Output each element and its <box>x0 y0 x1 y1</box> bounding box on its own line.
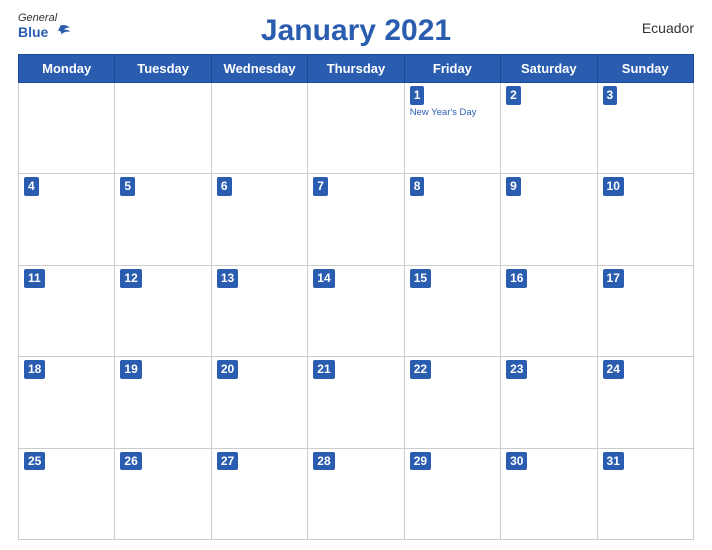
day-number: 18 <box>24 360 45 379</box>
calendar-cell: 28 <box>308 448 404 539</box>
holiday-label: New Year's Day <box>410 107 495 118</box>
weekday-header-tuesday: Tuesday <box>115 55 211 83</box>
logo-bird-icon <box>50 24 72 42</box>
week-row-3: 11 12 13 14 15 16 17 <box>19 265 694 356</box>
day-number: 6 <box>217 177 232 196</box>
calendar-cell: 9 <box>501 174 597 265</box>
calendar-cell: 10 <box>597 174 693 265</box>
calendar-cell: 4 <box>19 174 115 265</box>
calendar-cell: 8 <box>404 174 500 265</box>
day-number: 7 <box>313 177 328 196</box>
day-number: 28 <box>313 452 334 471</box>
calendar-cell: 3 <box>597 83 693 174</box>
calendar-cell: 21 <box>308 357 404 448</box>
day-number: 26 <box>120 452 141 471</box>
day-number: 4 <box>24 177 39 196</box>
calendar-cell: 22 <box>404 357 500 448</box>
day-number: 12 <box>120 269 141 288</box>
day-number: 16 <box>506 269 527 288</box>
day-number: 3 <box>603 86 618 105</box>
weekday-header-sunday: Sunday <box>597 55 693 83</box>
calendar-cell: 25 <box>19 448 115 539</box>
calendar-cell: 18 <box>19 357 115 448</box>
calendar-cell: 31 <box>597 448 693 539</box>
day-number: 31 <box>603 452 624 471</box>
calendar-title: January 2021 <box>261 14 451 48</box>
logo-general: General <box>18 12 72 24</box>
day-number: 25 <box>24 452 45 471</box>
day-number: 13 <box>217 269 238 288</box>
logo: General Blue <box>18 12 72 42</box>
day-number: 5 <box>120 177 135 196</box>
logo-blue: Blue <box>18 25 48 40</box>
calendar-cell: 11 <box>19 265 115 356</box>
calendar-cell: 14 <box>308 265 404 356</box>
weekday-header-monday: Monday <box>19 55 115 83</box>
day-number: 19 <box>120 360 141 379</box>
weekday-header-saturday: Saturday <box>501 55 597 83</box>
week-row-4: 18 19 20 21 22 23 24 <box>19 357 694 448</box>
week-row-2: 4 5 6 7 8 9 10 <box>19 174 694 265</box>
calendar-cell: 6 <box>211 174 307 265</box>
calendar-cell: 0 <box>211 83 307 174</box>
calendar-cell: 20 <box>211 357 307 448</box>
calendar-cell: 17 <box>597 265 693 356</box>
day-number: 21 <box>313 360 334 379</box>
calendar-cell: 15 <box>404 265 500 356</box>
calendar-cell: 12 <box>115 265 211 356</box>
day-number: 23 <box>506 360 527 379</box>
calendar-cell: 26 <box>115 448 211 539</box>
week-row-5: 25 26 27 28 29 30 31 <box>19 448 694 539</box>
weekday-header-wednesday: Wednesday <box>211 55 307 83</box>
calendar-cell: 19 <box>115 357 211 448</box>
calendar-cell: 30 <box>501 448 597 539</box>
calendar-cell: 0 <box>308 83 404 174</box>
calendar-cell: 29 <box>404 448 500 539</box>
calendar-cell: 0 <box>115 83 211 174</box>
calendar-cell: 5 <box>115 174 211 265</box>
calendar-cell: 7 <box>308 174 404 265</box>
day-number: 2 <box>506 86 521 105</box>
day-number: 15 <box>410 269 431 288</box>
calendar-cell: 0 <box>19 83 115 174</box>
day-number: 27 <box>217 452 238 471</box>
day-number: 17 <box>603 269 624 288</box>
day-number: 24 <box>603 360 624 379</box>
day-number: 9 <box>506 177 521 196</box>
day-number: 1 <box>410 86 425 105</box>
day-number: 29 <box>410 452 431 471</box>
calendar-table: MondayTuesdayWednesdayThursdayFridaySatu… <box>18 54 694 540</box>
calendar-cell: 16 <box>501 265 597 356</box>
weekday-header-friday: Friday <box>404 55 500 83</box>
calendar-cell: 1 New Year's Day <box>404 83 500 174</box>
day-number: 10 <box>603 177 624 196</box>
weekday-header-row: MondayTuesdayWednesdayThursdayFridaySatu… <box>19 55 694 83</box>
calendar-cell: 2 <box>501 83 597 174</box>
calendar-cell: 13 <box>211 265 307 356</box>
calendar-cell: 24 <box>597 357 693 448</box>
day-number: 22 <box>410 360 431 379</box>
calendar-cell: 27 <box>211 448 307 539</box>
calendar-cell: 23 <box>501 357 597 448</box>
calendar-header: General Blue January 2021 Ecuador <box>18 10 694 48</box>
day-number: 20 <box>217 360 238 379</box>
day-number: 11 <box>24 269 45 288</box>
day-number: 30 <box>506 452 527 471</box>
week-row-1: 00001New Year's Day23 <box>19 83 694 174</box>
country-label: Ecuador <box>642 20 694 36</box>
weekday-header-thursday: Thursday <box>308 55 404 83</box>
day-number: 8 <box>410 177 425 196</box>
day-number: 14 <box>313 269 334 288</box>
